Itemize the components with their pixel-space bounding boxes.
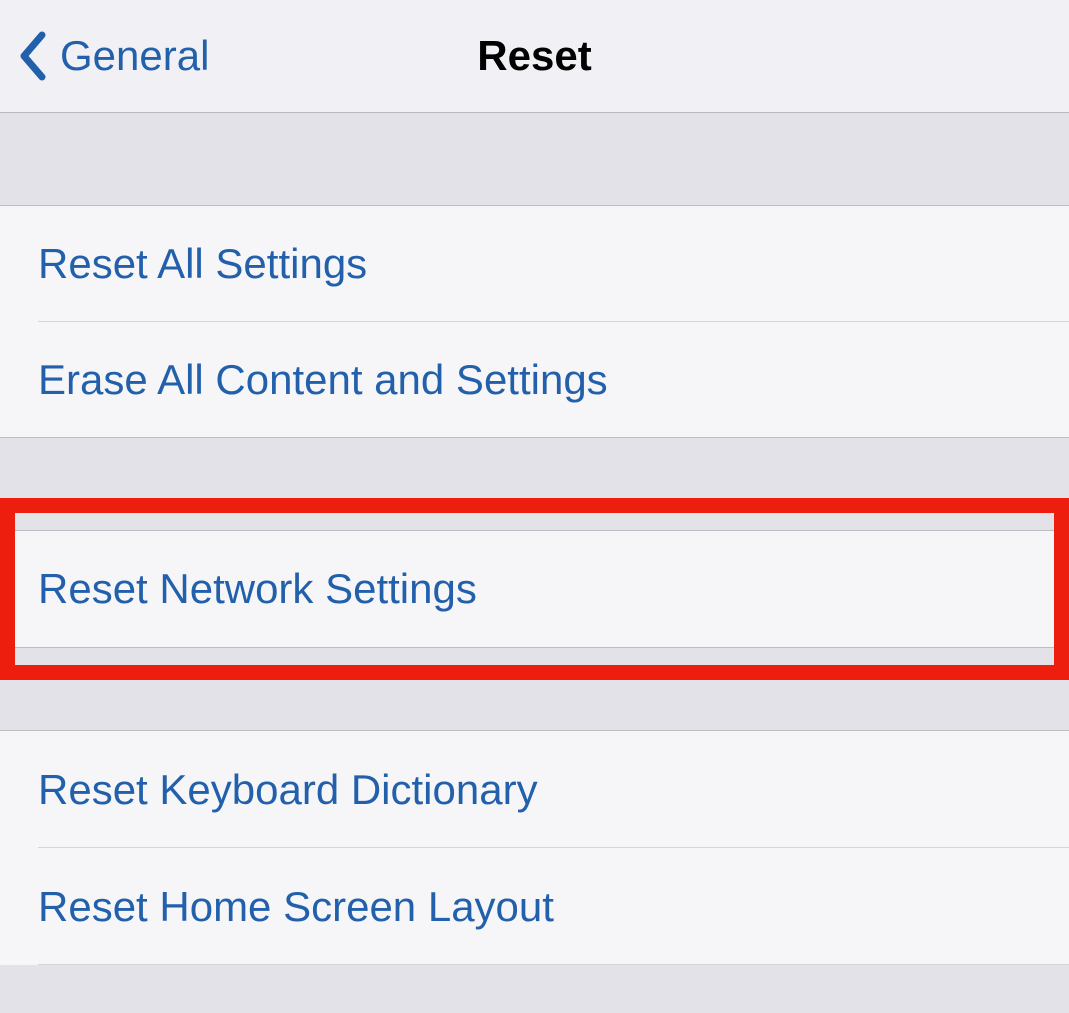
- reset-group-3: Reset Keyboard Dictionary Reset Home Scr…: [0, 730, 1069, 965]
- section-spacer: [0, 680, 1069, 730]
- section-spacer: [0, 438, 1069, 498]
- reset-home-screen-layout-button[interactable]: Reset Home Screen Layout: [0, 848, 1069, 965]
- erase-all-content-button[interactable]: Erase All Content and Settings: [0, 322, 1069, 438]
- back-label: General: [60, 32, 209, 80]
- page-title: Reset: [477, 32, 591, 80]
- section-spacer: [15, 647, 1054, 665]
- reset-network-settings-button[interactable]: Reset Network Settings: [15, 531, 1054, 647]
- chevron-left-icon: [18, 31, 48, 81]
- list-item-label: Reset Network Settings: [38, 565, 477, 613]
- reset-all-settings-button[interactable]: Reset All Settings: [0, 206, 1069, 322]
- reset-group-1: Reset All Settings Erase All Content and…: [0, 206, 1069, 438]
- section-spacer: [15, 513, 1054, 531]
- list-item-label: Reset Home Screen Layout: [38, 883, 554, 931]
- list-item-label: Reset Keyboard Dictionary: [38, 766, 538, 814]
- navigation-bar: General Reset: [0, 0, 1069, 113]
- reset-keyboard-dictionary-button[interactable]: Reset Keyboard Dictionary: [0, 731, 1069, 848]
- list-item-label: Reset All Settings: [38, 240, 367, 288]
- section-spacer: [0, 113, 1069, 206]
- back-button[interactable]: General: [0, 31, 209, 81]
- highlighted-section: Reset Network Settings: [0, 498, 1069, 680]
- list-item-label: Erase All Content and Settings: [38, 356, 608, 404]
